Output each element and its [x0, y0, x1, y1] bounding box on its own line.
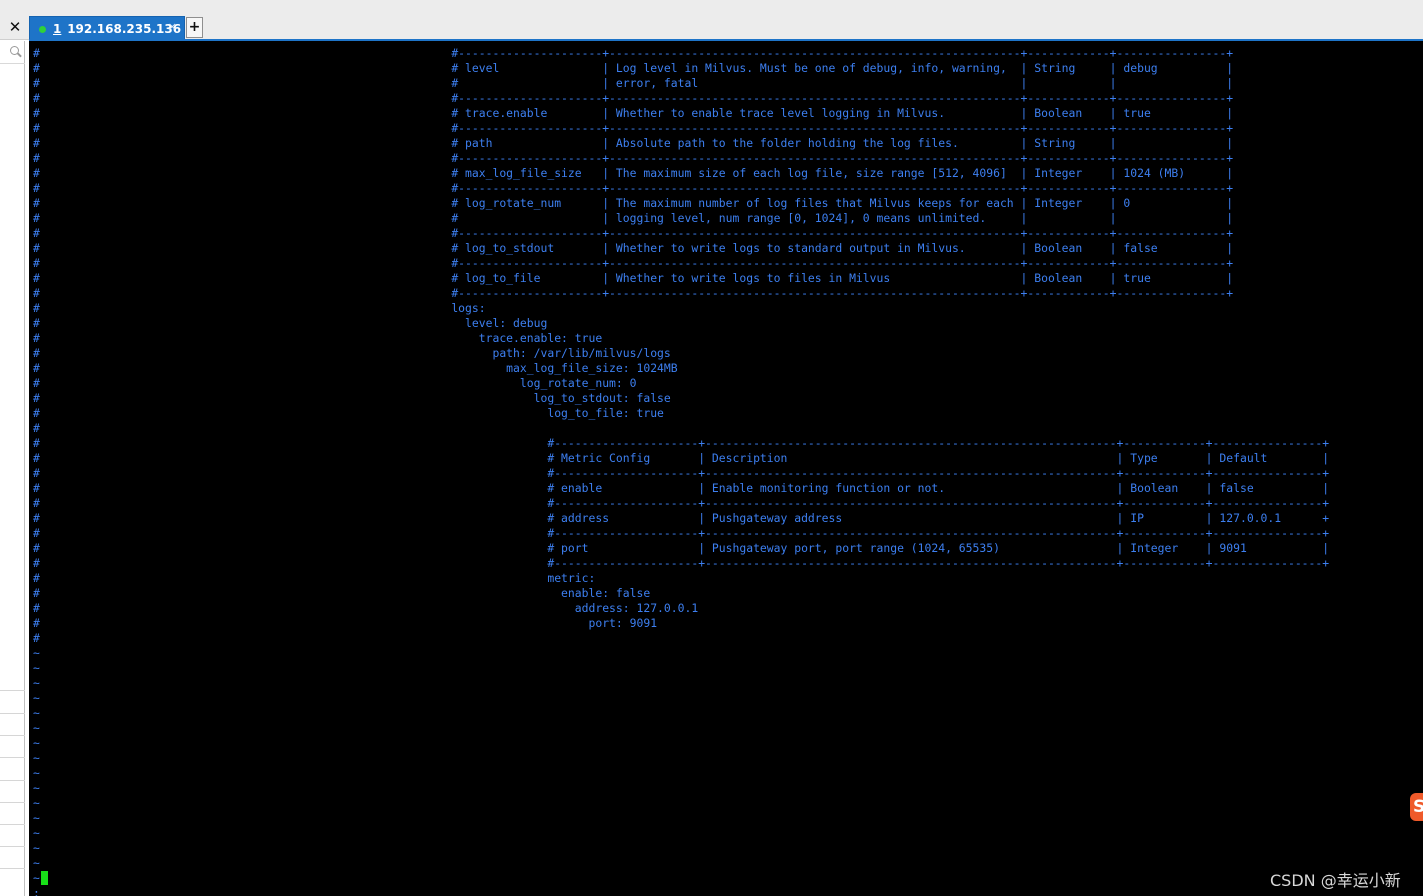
terminal-line: # #---------------------+---------------… — [33, 151, 1234, 165]
terminal-line: ~ — [33, 766, 40, 780]
terminal-line: # #---------------------+---------------… — [33, 496, 1330, 510]
terminal-line: # log_to_stdout: false — [33, 391, 671, 405]
tab-bar: ✕ 1 192.168.235.136 × + — [0, 0, 1423, 40]
terminal-line: ~ — [33, 781, 40, 795]
connection-status-icon — [39, 26, 46, 33]
terminal-line: # enable: false — [33, 586, 651, 600]
terminal-line: ~ — [33, 706, 40, 720]
tab-index: 1 — [53, 22, 62, 36]
left-panel-row — [0, 868, 25, 869]
terminal-line: ~ — [33, 676, 40, 690]
new-tab-button[interactable]: + — [186, 17, 203, 38]
terminal-line: # # address | Pushgateway address | IP |… — [33, 511, 1330, 525]
tab-host-label: 192.168.235.136 — [67, 22, 182, 36]
terminal-line: # — [33, 631, 40, 645]
terminal-line: # #---------------------+---------------… — [33, 91, 1234, 105]
terminal-line: # #---------------------+---------------… — [33, 436, 1330, 450]
terminal-line: # #---------------------+---------------… — [33, 226, 1234, 240]
terminal-cursor — [41, 871, 48, 885]
terminal-line: # level: debug — [33, 316, 548, 330]
terminal-line: # address: 127.0.0.1 — [33, 601, 699, 615]
terminal-line: ~ — [33, 811, 40, 825]
left-panel-row — [0, 757, 25, 758]
tab-close-icon[interactable]: × — [168, 20, 177, 33]
terminal-line: # log_to_file: true — [33, 406, 664, 420]
left-panel-separator — [0, 63, 25, 64]
left-panel-row — [0, 780, 25, 781]
terminal-line: # # max_log_file_size | The maximum size… — [33, 166, 1234, 180]
terminal-line: # port: 9091 — [33, 616, 658, 630]
terminal-line: # #---------------------+---------------… — [33, 256, 1234, 270]
left-panel-row — [0, 690, 25, 691]
terminal-line: ~ — [33, 826, 40, 840]
terminal-line: # metric: — [33, 571, 596, 585]
terminal-line: # logs: — [33, 301, 486, 315]
session-tab[interactable]: 1 192.168.235.136 × — [29, 16, 185, 40]
terminal-line: # log_rotate_num: 0 — [33, 376, 637, 390]
terminal-line: ~ — [33, 796, 40, 810]
terminal-line: ~ — [33, 721, 40, 735]
terminal-line: ~ — [33, 661, 40, 675]
terminal-line: # #---------------------+---------------… — [33, 526, 1330, 540]
left-panel — [0, 41, 25, 896]
terminal-line: # #---------------------+---------------… — [33, 466, 1330, 480]
terminal-line: ~ — [33, 856, 40, 870]
terminal-line: # #---------------------+---------------… — [33, 121, 1234, 135]
left-panel-row — [0, 824, 25, 825]
terminal-screen[interactable]: : ~ ~ ~ ~ ~ ~ ~ ~ ~ ~ ~ ~ ~ ~ ~ ~ # # port: 9091 # address:… — [29, 41, 1423, 896]
terminal-line: ~ — [33, 841, 40, 855]
terminal-line: # #---------------------+---------------… — [33, 286, 1234, 300]
left-panel-row — [0, 713, 25, 714]
terminal-line: ~ — [33, 736, 40, 750]
floating-badge[interactable]: S — [1410, 793, 1423, 821]
terminal-line: # # log_to_file | Whether to write logs … — [33, 271, 1234, 285]
terminal-line: : — [33, 886, 40, 896]
terminal-line: # #---------------------+---------------… — [33, 46, 1234, 60]
terminal-line: # # log_rotate_num | The maximum number … — [33, 196, 1234, 210]
terminal-line: # # | logging level, num range [0, 1024]… — [33, 211, 1234, 225]
terminal-line: # # path | Absolute path to the folder h… — [33, 136, 1234, 150]
tab-title: 192.168.235.136 — [63, 22, 181, 36]
terminal-line: # #---------------------+---------------… — [33, 181, 1234, 195]
terminal-line: # # enable | Enable monitoring function … — [33, 481, 1330, 495]
terminal-line: # # trace.enable | Whether to enable tra… — [33, 106, 1234, 120]
search-icon[interactable] — [10, 46, 22, 58]
terminal-line: ~ — [33, 871, 40, 885]
terminal-line: # #---------------------+---------------… — [33, 556, 1330, 570]
terminal-line: # # level | Log level in Milvus. Must be… — [33, 61, 1234, 75]
terminal-line: ~ — [33, 751, 40, 765]
csdn-watermark: CSDN @幸运小新 — [1270, 871, 1401, 890]
terminal-line: # path: /var/lib/milvus/logs — [33, 346, 671, 360]
terminal-line: ~ — [33, 691, 40, 705]
terminal-line: # — [33, 421, 40, 435]
left-panel-row — [0, 846, 25, 847]
terminal-line: # # port | Pushgateway port, port range … — [33, 541, 1330, 555]
terminal-line: ~ — [33, 646, 40, 660]
terminal-line: # # Metric Config | Description | Type |… — [33, 451, 1330, 465]
terminal-line: # trace.enable: true — [33, 331, 603, 345]
terminal-line: # # log_to_stdout | Whether to write log… — [33, 241, 1234, 255]
left-panel-row — [0, 802, 25, 803]
terminal-line: # max_log_file_size: 1024MB — [33, 361, 678, 375]
close-window-button[interactable]: ✕ — [6, 17, 24, 37]
terminal-line: # # | error, fatal | | | — [33, 76, 1234, 90]
left-panel-row — [0, 735, 25, 736]
